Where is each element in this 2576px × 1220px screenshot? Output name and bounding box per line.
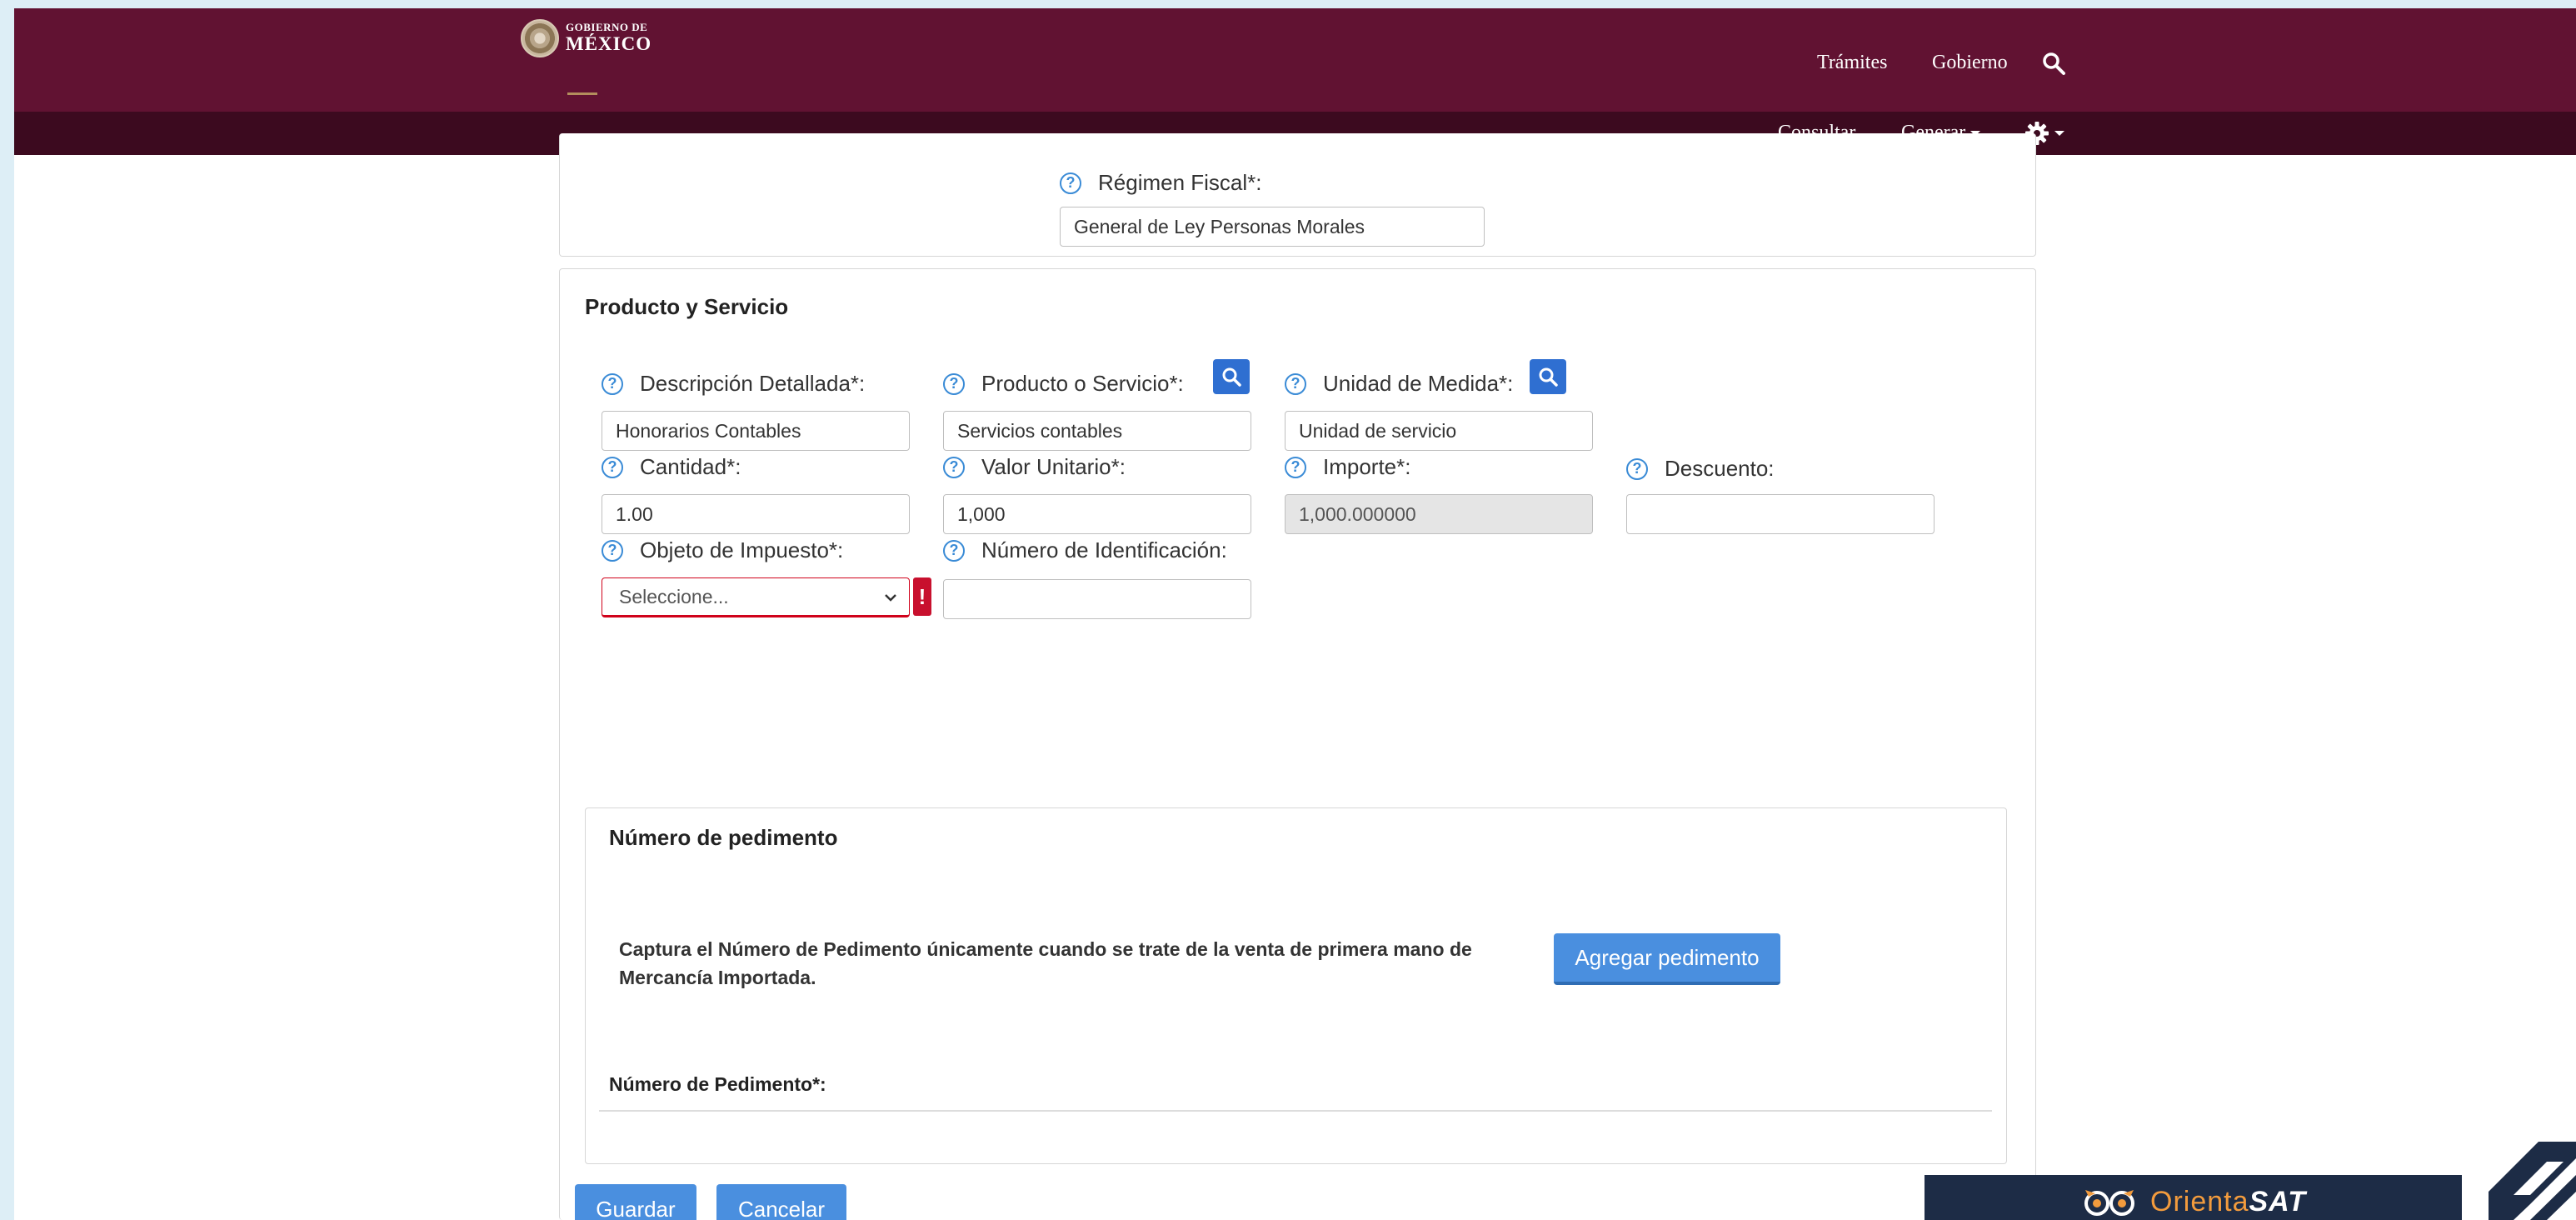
producto-title: Producto y Servicio bbox=[585, 294, 789, 319]
owl-logo-icon bbox=[2084, 1190, 2134, 1216]
cancelar-button[interactable]: Cancelar bbox=[716, 1184, 846, 1220]
nav-tramites[interactable]: Trámites bbox=[1817, 52, 1887, 74]
pedimento-column-header: Número de Pedimento*: bbox=[609, 1073, 826, 1095]
descuento-label-text: Descuento: bbox=[1665, 456, 1775, 481]
descuento-label: ? Descuento: bbox=[1626, 456, 1775, 482]
unidad-label-text: Unidad de Medida*: bbox=[1323, 371, 1514, 396]
help-icon[interactable]: ? bbox=[1626, 458, 1648, 480]
producto-servicio-label: ? Producto o Servicio*: bbox=[943, 371, 1184, 397]
regimen-label: ? Régimen Fiscal*: bbox=[1060, 170, 1262, 196]
descripcion-label: ? Descripción Detallada*: bbox=[602, 371, 865, 397]
unidad-search-button[interactable] bbox=[1530, 359, 1566, 394]
regimen-panel: ? Régimen Fiscal*: bbox=[559, 133, 2036, 257]
logo-line1[interactable]: GOBIERNO DE bbox=[566, 21, 647, 34]
importe-label: ? Importe*: bbox=[1285, 454, 1411, 480]
cantidad-input[interactable] bbox=[602, 494, 910, 534]
gob-emblem-icon bbox=[521, 19, 559, 58]
logo-line2[interactable]: MÉXICO bbox=[566, 33, 651, 55]
search-icon bbox=[1539, 368, 1558, 387]
search-icon[interactable] bbox=[2040, 50, 2067, 77]
nav-gobierno[interactable]: Gobierno bbox=[1932, 52, 2008, 74]
numero-identificacion-input[interactable] bbox=[943, 579, 1251, 619]
chevron-down-icon bbox=[2054, 131, 2064, 136]
producto-servicio-label-text: Producto o Servicio*: bbox=[981, 371, 1184, 396]
unidad-input[interactable] bbox=[1285, 411, 1593, 451]
pedimento-panel: Número de pedimento Captura el Número de… bbox=[585, 808, 2007, 1164]
help-icon[interactable]: ? bbox=[602, 456, 623, 478]
error-badge: ! bbox=[913, 578, 931, 616]
importe-input bbox=[1285, 494, 1593, 534]
numero-identificacion-label: ? Número de Identificación: bbox=[943, 538, 1227, 563]
pedimento-note: Captura el Número de Pedimento únicament… bbox=[619, 938, 1472, 988]
help-icon[interactable]: ? bbox=[1285, 456, 1306, 478]
pedimento-title: Número de pedimento bbox=[609, 825, 838, 850]
logo-underline bbox=[567, 92, 597, 95]
gob-header: GOBIERNO DE MÉXICO Trámites Gobierno bbox=[14, 8, 2576, 112]
objeto-impuesto-select[interactable]: Seleccione... bbox=[602, 578, 910, 618]
corner-logo-icon bbox=[2489, 1142, 2576, 1220]
descuento-input[interactable] bbox=[1626, 494, 1934, 534]
help-icon[interactable]: ? bbox=[943, 539, 965, 562]
search-icon bbox=[1222, 368, 1241, 387]
regimen-label-text: Régimen Fiscal*: bbox=[1098, 170, 1262, 195]
orienta-sat-text: SAT bbox=[2249, 1185, 2306, 1218]
importe-label-text: Importe*: bbox=[1323, 454, 1411, 479]
agregar-pedimento-button[interactable]: Agregar pedimento bbox=[1554, 933, 1780, 985]
help-icon[interactable]: ? bbox=[943, 372, 965, 395]
objeto-impuesto-selected: Seleccione... bbox=[619, 585, 729, 608]
help-icon[interactable]: ? bbox=[1060, 172, 1081, 194]
valor-unitario-input[interactable] bbox=[943, 494, 1251, 534]
objeto-impuesto-label: ? Objeto de Impuesto*: bbox=[602, 538, 843, 563]
producto-panel: Producto y Servicio ? Descripción Detalla… bbox=[559, 268, 2036, 1220]
orientasat-banner: Orienta SAT bbox=[1925, 1175, 2462, 1220]
regimen-input[interactable] bbox=[1060, 207, 1485, 247]
numero-identificacion-label-text: Número de Identificación: bbox=[981, 538, 1227, 562]
table-divider bbox=[599, 1110, 1992, 1112]
app-window: GOBIERNO DE MÉXICO Trámites Gobierno Con… bbox=[14, 8, 2576, 1220]
help-icon[interactable]: ? bbox=[602, 539, 623, 562]
help-icon[interactable]: ? bbox=[1285, 372, 1306, 395]
cantidad-label-text: Cantidad*: bbox=[640, 454, 741, 479]
orienta-text: Orienta bbox=[2150, 1185, 2249, 1218]
descripcion-label-text: Descripción Detallada*: bbox=[640, 371, 866, 396]
help-icon[interactable]: ? bbox=[602, 372, 623, 395]
unidad-label: ? Unidad de Medida*: bbox=[1285, 371, 1513, 397]
descripcion-input[interactable] bbox=[602, 411, 910, 451]
help-icon[interactable]: ? bbox=[943, 456, 965, 478]
objeto-impuesto-label-text: Objeto de Impuesto*: bbox=[640, 538, 844, 562]
chevron-down-icon bbox=[885, 594, 896, 602]
valor-unitario-label-text: Valor Unitario*: bbox=[981, 454, 1126, 479]
valor-unitario-label: ? Valor Unitario*: bbox=[943, 454, 1126, 480]
cantidad-label: ? Cantidad*: bbox=[602, 454, 741, 480]
producto-search-button[interactable] bbox=[1213, 359, 1250, 394]
guardar-button[interactable]: Guardar bbox=[575, 1184, 696, 1220]
producto-servicio-input[interactable] bbox=[943, 411, 1251, 451]
